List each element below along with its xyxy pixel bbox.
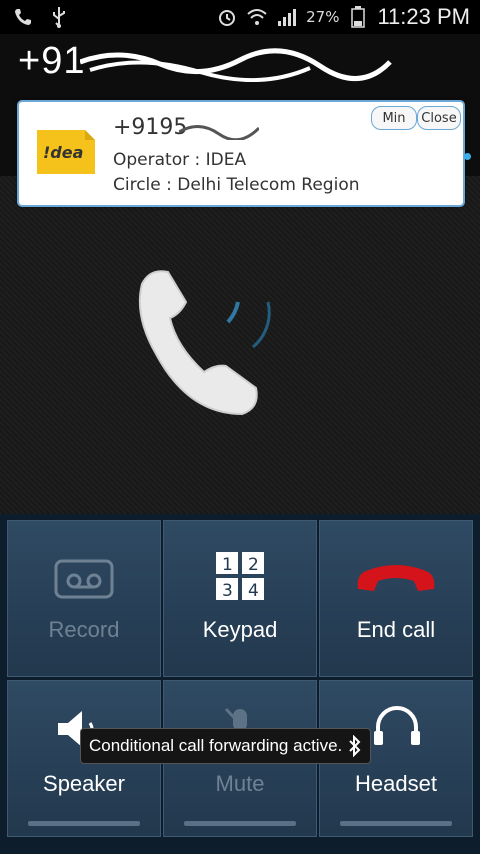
phone-icon [12,6,34,28]
usb-icon [48,6,70,28]
end-call-icon [320,561,472,595]
idea-logo-text: !dea [43,143,83,162]
bluetooth-icon [349,735,361,757]
svg-text:2: 2 [248,555,259,575]
svg-text:4: 4 [248,581,259,601]
record-button[interactable]: Record [7,520,161,677]
keypad-label: Keypad [202,617,278,642]
mute-indicator [184,821,296,826]
signal-icon [276,6,298,28]
toast-text: Conditional call forwarding active. [89,736,343,755]
speaker-label: Speaker [43,771,125,796]
status-bar: 27% 11:23 PM [0,0,480,34]
redaction-scribble [80,48,392,82]
clock: 11:23 PM [377,4,470,29]
circle-text: Circle : Delhi Telecom Region [113,175,360,195]
end-call-label: End call [356,617,436,642]
idea-logo: !dea [37,130,95,174]
record-icon [8,559,160,599]
scroll-indicator [464,153,471,160]
svg-text:3: 3 [222,581,233,601]
end-call-button[interactable]: End call [319,520,473,677]
battery-percent: 27% [306,8,340,26]
caller-number: +91 [18,40,86,82]
record-label: Record [48,617,120,642]
toast-message: Conditional call forwarding active. [80,728,372,764]
svg-text:1: 1 [222,555,233,575]
popup-number: +9195 [113,115,188,140]
operator-text: Operator : IDEA [113,150,247,170]
alarm-icon [216,6,238,28]
headset-label: Headset [355,771,437,796]
keypad-icon: 1 2 3 4 [164,551,316,601]
keypad-button[interactable]: 1 2 3 4 Keypad [163,520,317,677]
headset-indicator [340,821,452,826]
caller-info-popup: !dea +9195 Operator : IDEA Circle : Delh… [17,100,465,207]
mute-label: Mute [215,771,265,796]
min-button[interactable]: Min [371,106,417,130]
number-redaction [179,125,259,140]
speaker-indicator [28,821,140,826]
handset-icon [138,270,271,416]
close-button[interactable]: Close [417,106,461,130]
battery-icon [347,6,369,28]
call-controls-grid: Record 1 2 3 4 Keypad End call Speaker M… [0,514,480,854]
wifi-icon [246,6,268,28]
